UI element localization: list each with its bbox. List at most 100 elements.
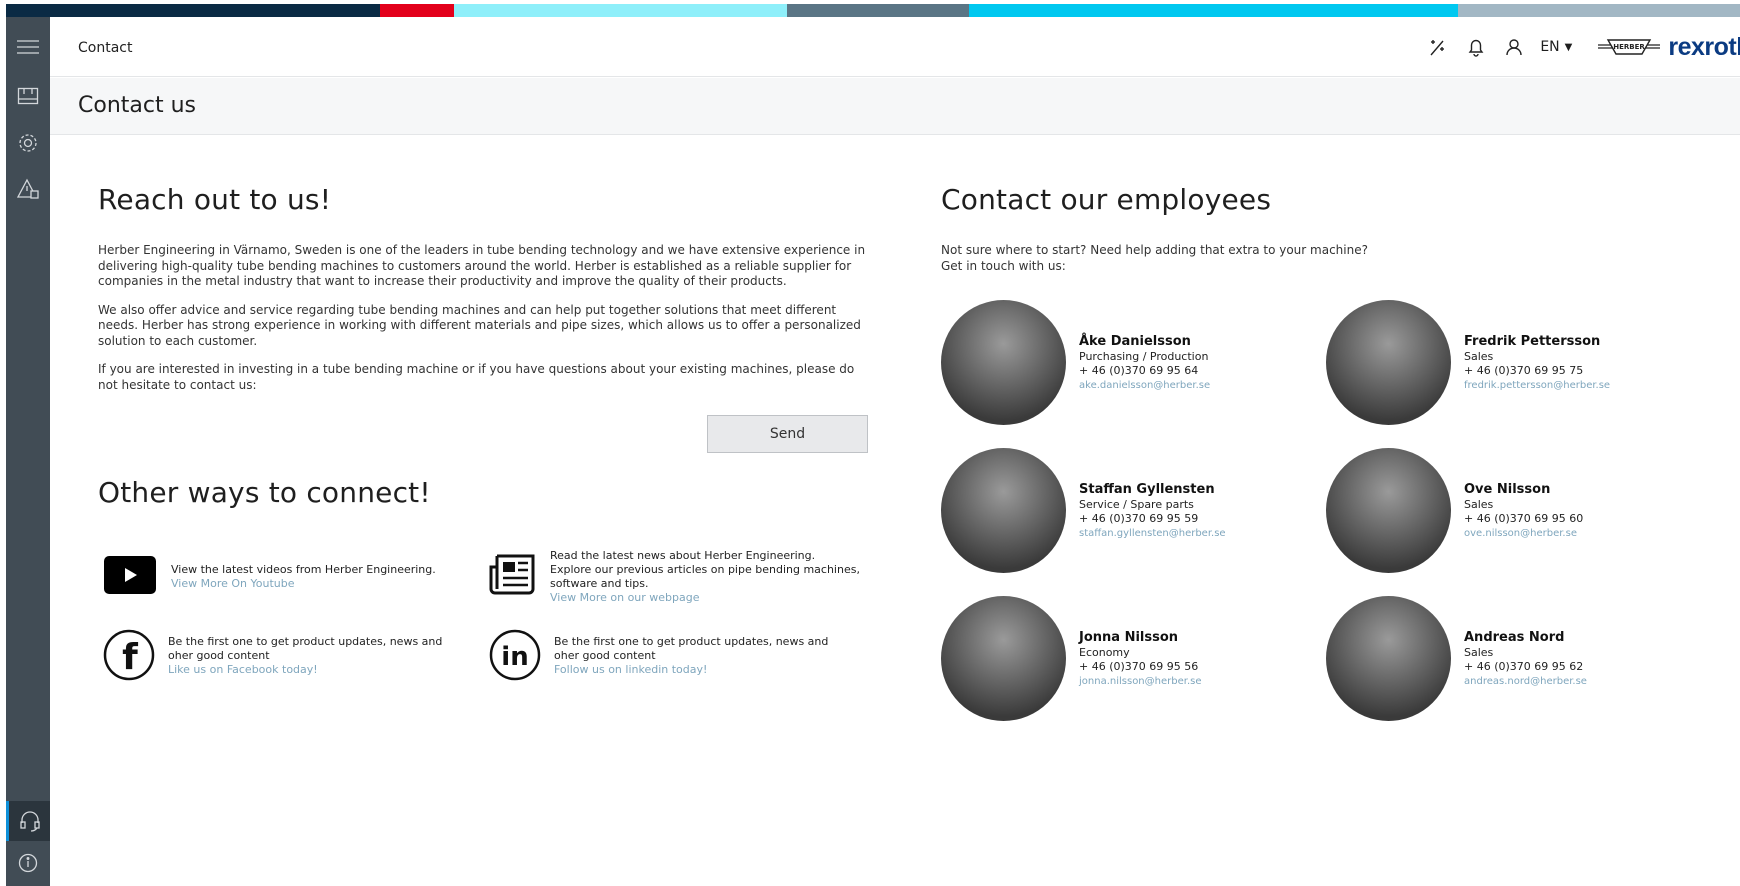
youtube-block: View the latest videos from Herber Engin… bbox=[171, 563, 471, 591]
magic-wand-icon[interactable] bbox=[1426, 35, 1450, 59]
alerts-warning-icon[interactable] bbox=[6, 169, 50, 209]
employee-info: Jonna Nilsson Economy + 46 (0)370 69 95 … bbox=[1079, 630, 1202, 690]
employee-role: Economy bbox=[1079, 645, 1130, 659]
employee-role: Sales bbox=[1464, 497, 1494, 511]
employee-role: Sales bbox=[1464, 645, 1494, 659]
stripe-segment bbox=[6, 4, 380, 17]
employee-card: Fredrik Pettersson Sales + 46 (0)370 69 … bbox=[1326, 300, 1706, 426]
stripe-segment bbox=[454, 4, 787, 17]
language-selector[interactable]: EN ▼ bbox=[1540, 39, 1572, 55]
language-value: EN bbox=[1540, 39, 1560, 55]
menu-icon[interactable] bbox=[6, 27, 50, 67]
page-title-bar: Contact us bbox=[50, 78, 1740, 135]
sidebar bbox=[6, 17, 50, 886]
employee-phone: + 46 (0)370 69 95 59 bbox=[1079, 512, 1199, 525]
employee-photo bbox=[941, 596, 1066, 721]
employee-card: Staffan Gyllensten Service / Spare parts… bbox=[941, 448, 1321, 574]
settings-gear-icon[interactable] bbox=[6, 123, 50, 163]
employee-photo bbox=[941, 300, 1066, 425]
chevron-down-icon: ▼ bbox=[1564, 41, 1573, 53]
youtube-icon[interactable] bbox=[104, 556, 156, 594]
employee-name: Ove Nilsson bbox=[1464, 482, 1551, 497]
notifications-bell-icon[interactable] bbox=[1464, 35, 1488, 59]
employee-phone: + 46 (0)370 69 95 56 bbox=[1079, 660, 1199, 673]
employees-heading: Contact our employees bbox=[941, 183, 1272, 216]
employee-email[interactable]: ove.nilsson@herber.se bbox=[1464, 527, 1583, 542]
employee-info: Staffan Gyllensten Service / Spare parts… bbox=[1079, 482, 1226, 542]
employee-card: Jonna Nilsson Economy + 46 (0)370 69 95 … bbox=[941, 596, 1321, 722]
employee-name: Staffan Gyllensten bbox=[1079, 482, 1215, 497]
youtube-text: View the latest videos from Herber Engin… bbox=[171, 563, 436, 576]
breadcrumb[interactable]: Contact bbox=[78, 40, 132, 56]
linkedin-block: Be the first one to get product updates,… bbox=[554, 635, 854, 677]
employee-info: Fredrik Pettersson Sales + 46 (0)370 69 … bbox=[1464, 334, 1610, 394]
employee-card: Ove Nilsson Sales + 46 (0)370 69 95 60 o… bbox=[1326, 448, 1706, 574]
employee-name: Jonna Nilsson bbox=[1079, 630, 1179, 645]
linkedin-link[interactable]: Follow us on linkedin today! bbox=[554, 663, 854, 677]
employee-card: Andreas Nord Sales + 46 (0)370 69 95 62 … bbox=[1326, 596, 1706, 722]
employee-role: Sales bbox=[1464, 349, 1494, 363]
send-button[interactable]: Send bbox=[707, 415, 868, 453]
employee-email[interactable]: andreas.nord@herber.se bbox=[1464, 675, 1587, 690]
news-text-2: Explore our previous articles on pipe be… bbox=[550, 563, 860, 590]
youtube-link[interactable]: View More On Youtube bbox=[171, 577, 471, 591]
employee-info: Andreas Nord Sales + 46 (0)370 69 95 62 … bbox=[1464, 630, 1587, 690]
employee-email[interactable]: ake.danielsson@herber.se bbox=[1079, 379, 1210, 394]
employee-photo bbox=[1326, 300, 1451, 425]
user-profile-icon[interactable] bbox=[1502, 35, 1526, 59]
service-paragraph: We also offer advice and service regardi… bbox=[98, 302, 861, 348]
news-link[interactable]: View More on our webpage bbox=[550, 591, 870, 605]
facebook-icon[interactable]: f bbox=[103, 629, 155, 681]
svg-text:in: in bbox=[501, 642, 528, 672]
facebook-block: Be the first one to get product updates,… bbox=[168, 635, 468, 677]
stripe-segment bbox=[969, 4, 1458, 17]
employee-role: Purchasing / Production bbox=[1079, 349, 1209, 363]
employee-phone: + 46 (0)370 69 95 64 bbox=[1079, 364, 1199, 377]
employee-name: Fredrik Pettersson bbox=[1464, 334, 1601, 349]
facebook-text: Be the first one to get product updates,… bbox=[168, 635, 443, 662]
employee-name: Åke Danielsson bbox=[1079, 334, 1191, 349]
herber-logo-text: HERBER bbox=[1614, 43, 1646, 51]
herber-logo: HERBER bbox=[1598, 39, 1661, 55]
brand-color-stripe bbox=[6, 4, 1740, 17]
news-text-1: Read the latest news about Herber Engine… bbox=[550, 549, 816, 562]
employee-email[interactable]: staffan.gyllensten@herber.se bbox=[1079, 527, 1226, 542]
rexroth-logo: rexroth bbox=[1668, 32, 1740, 61]
reach-out-heading: Reach out to us! bbox=[98, 183, 332, 216]
employee-photo bbox=[941, 448, 1066, 573]
employee-phone: + 46 (0)370 69 95 75 bbox=[1464, 364, 1584, 377]
other-ways-heading: Other ways to connect! bbox=[98, 476, 431, 509]
linkedin-text: Be the first one to get product updates,… bbox=[554, 635, 829, 662]
app-header: Contact EN ▼ HERBER rexroth bbox=[50, 17, 1740, 77]
stripe-segment bbox=[1458, 4, 1740, 17]
info-icon[interactable] bbox=[6, 843, 50, 883]
employee-photo bbox=[1326, 596, 1451, 721]
stripe-segment bbox=[380, 4, 454, 17]
contact-paragraph: If you are interested in investing in a … bbox=[98, 362, 855, 392]
intro-paragraph: Herber Engineering in Värnamo, Sweden is… bbox=[98, 243, 866, 288]
page-title: Contact us bbox=[78, 93, 196, 118]
employee-card: Åke Danielsson Purchasing / Production +… bbox=[941, 300, 1321, 426]
header-actions: EN ▼ HERBER rexroth bbox=[1426, 17, 1740, 77]
employee-phone: + 46 (0)370 69 95 62 bbox=[1464, 660, 1584, 673]
employee-email[interactable]: fredrik.pettersson@herber.se bbox=[1464, 379, 1610, 394]
employees-section: Contact our employees Not sure where to … bbox=[941, 183, 1721, 721]
employees-intro-2: Get in touch with us: bbox=[941, 258, 1066, 273]
employee-photo bbox=[1326, 448, 1451, 573]
linkedin-icon[interactable]: in bbox=[489, 629, 541, 681]
employee-info: Åke Danielsson Purchasing / Production +… bbox=[1079, 334, 1210, 394]
contact-support-headset-icon[interactable] bbox=[6, 801, 50, 841]
employee-role: Service / Spare parts bbox=[1079, 497, 1194, 511]
employee-email[interactable]: jonna.nilsson@herber.se bbox=[1079, 675, 1202, 690]
dashboard-icon[interactable] bbox=[6, 77, 50, 117]
employees-intro-1: Not sure where to start? Need help addin… bbox=[941, 243, 1368, 257]
employee-info: Ove Nilsson Sales + 46 (0)370 69 95 60 o… bbox=[1464, 482, 1584, 542]
employee-name: Andreas Nord bbox=[1464, 630, 1565, 645]
other-ways-section: Other ways to connect! bbox=[98, 476, 431, 509]
news-block: Read the latest news about Herber Engine… bbox=[550, 549, 870, 605]
newspaper-icon[interactable] bbox=[489, 553, 535, 595]
svg-text:f: f bbox=[122, 637, 138, 678]
facebook-link[interactable]: Like us on Facebook today! bbox=[168, 663, 468, 677]
employee-phone: + 46 (0)370 69 95 60 bbox=[1464, 512, 1584, 525]
stripe-segment bbox=[787, 4, 969, 17]
